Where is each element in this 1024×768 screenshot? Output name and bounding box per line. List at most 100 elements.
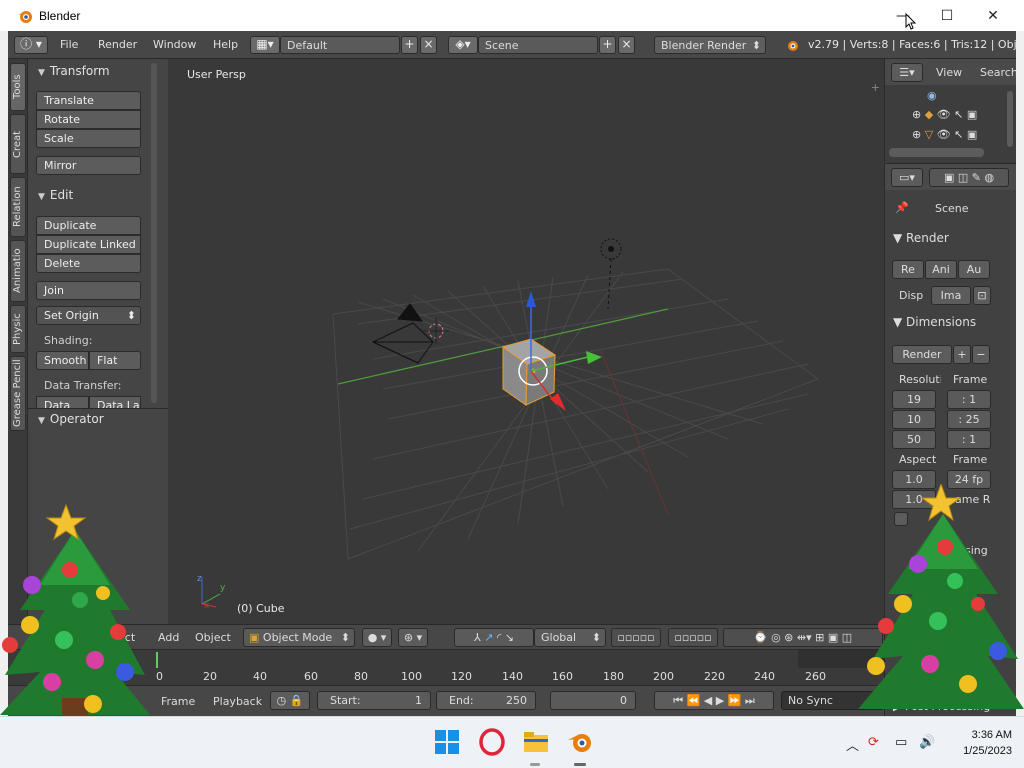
display-select[interactable]: Ima — [931, 286, 971, 305]
data-button[interactable]: Data — [36, 396, 89, 408]
tab-create[interactable]: Creat — [10, 114, 26, 174]
volume-icon[interactable]: 🔊 — [919, 735, 935, 750]
layer-buttons-2[interactable]: ▫▫▫▫▫ — [668, 628, 718, 647]
operator-panel-header[interactable]: ▼ Operator — [28, 409, 158, 429]
data-transfer-label: Data Transfer: — [44, 379, 122, 392]
render-animation-button[interactable]: Ani — [925, 260, 957, 279]
layer-buttons[interactable]: ▫▫▫▫▫ — [611, 628, 661, 647]
outliner-vscroll[interactable] — [1007, 91, 1013, 147]
tray-chevron-icon[interactable]: ︿ — [846, 735, 859, 754]
frame-start-field[interactable]: : 1 — [947, 390, 991, 409]
window-title: Blender — [39, 8, 81, 23]
pin-icon[interactable]: 📌 — [895, 201, 909, 214]
menu-file[interactable]: File — [60, 38, 78, 51]
timeline-playback-menu[interactable]: Playback — [213, 695, 262, 708]
smooth-button[interactable]: Smooth — [36, 351, 89, 370]
mouse-cursor-icon — [905, 13, 917, 30]
remove-preset-button[interactable]: − — [972, 345, 990, 364]
transform-panel-header[interactable]: ▼ Transform — [28, 61, 158, 81]
menu-help[interactable]: Help — [213, 38, 238, 51]
render-engine-select[interactable]: Blender Render ⬍ — [654, 36, 766, 54]
resolution-label: Resoluti — [899, 373, 941, 386]
outliner-view-menu[interactable]: View — [936, 66, 962, 79]
set-origin-select[interactable]: Set Origin ⬍ — [36, 306, 141, 325]
dimensions-panel-header[interactable]: ▼ Dimensions — [893, 315, 976, 329]
scene-icon[interactable]: ◈▾ — [448, 36, 478, 54]
remove-layout-button[interactable]: × — [420, 36, 437, 54]
outliner-search-menu[interactable]: Search — [980, 66, 1016, 79]
blender-taskbar-icon[interactable] — [566, 728, 594, 756]
file-explorer-icon[interactable] — [522, 728, 550, 756]
resolution-y-field[interactable]: 10 — [892, 410, 936, 429]
tab-physics[interactable]: Physic — [10, 305, 26, 353]
tab-animation[interactable]: Animatio — [10, 240, 26, 302]
add-menu[interactable]: Add — [158, 631, 179, 644]
tab-tools[interactable]: Tools — [10, 63, 26, 111]
system-clock[interactable]: 3:36 AM 1/25/2023 — [963, 727, 1012, 759]
current-frame-field[interactable]: 0 — [550, 691, 636, 710]
duplicate-button[interactable]: Duplicate — [36, 216, 141, 235]
blender-version-icon — [788, 41, 798, 51]
playback-controls[interactable]: ⏮ ⏪ ◀ ▶ ⏩ ⏭ — [654, 691, 774, 710]
render-image-button[interactable]: Re — [892, 260, 924, 279]
frame-step-field[interactable]: : 1 — [947, 430, 991, 449]
maximize-button[interactable]: ☐ — [924, 0, 970, 31]
audio-mixdown-button[interactable]: Au — [958, 260, 990, 279]
add-preset-button[interactable]: + — [953, 345, 971, 364]
network-alert-icon[interactable]: ⟳ — [868, 735, 879, 750]
frame-end-field[interactable]: : 25 — [947, 410, 991, 429]
remove-scene-button[interactable]: × — [618, 36, 635, 54]
orientation-select[interactable]: Global ⬍ — [534, 628, 606, 647]
outliner-editor-type-button[interactable]: ☰▾ — [891, 63, 923, 82]
editor-type-info-button[interactable]: ⓘ ▾ — [14, 36, 48, 54]
mirror-button[interactable]: Mirror — [36, 156, 141, 175]
flat-button[interactable]: Flat — [89, 351, 141, 370]
render-preset-select[interactable]: Render — [892, 345, 952, 364]
outliner-hscroll[interactable] — [889, 148, 984, 157]
menu-window[interactable]: Window — [153, 38, 196, 51]
scene-context-label: Scene — [935, 202, 969, 215]
timeline-frame-menu[interactable]: Frame — [161, 695, 195, 708]
scene-field[interactable]: Scene — [478, 36, 598, 54]
properties-context-tabs[interactable]: ▣ ◫ ✎ ◍ — [929, 168, 1009, 187]
layout-field[interactable]: Default — [280, 36, 400, 54]
rotate-button[interactable]: Rotate — [36, 110, 141, 129]
current-frame-marker[interactable] — [156, 652, 158, 668]
tab-relations[interactable]: Relation — [10, 177, 26, 237]
display-icon[interactable]: ▭ — [895, 735, 907, 750]
resolution-x-field[interactable]: 19 — [892, 390, 936, 409]
timeline-tick: 220 — [704, 670, 725, 683]
windows-start-icon[interactable] — [433, 728, 461, 756]
3d-viewport[interactable]: User Persp z y x (0) Cube + — [168, 59, 884, 624]
minimize-button[interactable]: — — [880, 0, 926, 31]
properties-editor-type-button[interactable]: ▭▾ — [891, 168, 923, 187]
object-menu[interactable]: Object — [195, 631, 231, 644]
keyframe-toggle[interactable]: ◷ 🔒 — [270, 691, 310, 710]
pivot-point-select[interactable]: ⊛ ▾ — [398, 628, 428, 647]
add-scene-button[interactable]: + — [599, 36, 616, 54]
edit-panel-header[interactable]: ▼ Edit — [28, 185, 158, 205]
mode-select[interactable]: ▣ Object Mode ⬍ — [243, 628, 355, 647]
duplicate-linked-button[interactable]: Duplicate Linked — [36, 235, 141, 254]
tab-grease-pencil[interactable]: Grease Pencil — [10, 356, 26, 431]
translate-button[interactable]: Translate — [36, 91, 141, 110]
manipulator-buttons[interactable]: ⅄ ↗ ◜ ↘ — [454, 628, 534, 647]
scale-button[interactable]: Scale — [36, 129, 141, 148]
data-layers-button[interactable]: Data La — [89, 396, 141, 408]
resolution-percent-field[interactable]: 50 — [892, 430, 936, 449]
viewport-shading-select[interactable]: ● ▾ — [362, 628, 392, 647]
screen-layout-icon[interactable]: ▦▾ — [250, 36, 280, 54]
delete-button[interactable]: Delete — [36, 254, 141, 273]
join-button[interactable]: Join — [36, 281, 141, 300]
menu-render[interactable]: Render — [98, 38, 137, 51]
viewport-expand-icon[interactable]: + — [871, 81, 880, 94]
render-panel-header[interactable]: ▼ Render — [893, 231, 949, 245]
close-button[interactable]: ✕ — [970, 0, 1016, 31]
lock-icon[interactable]: ⊡ — [973, 286, 991, 305]
timeline-tick: 140 — [502, 670, 523, 683]
opera-browser-icon[interactable] — [478, 728, 506, 756]
start-frame-field[interactable]: Start: 1 — [317, 691, 431, 710]
add-layout-button[interactable]: + — [401, 36, 418, 54]
end-frame-field[interactable]: End: 250 — [436, 691, 536, 710]
toolshelf-scrollbar[interactable] — [151, 63, 157, 403]
